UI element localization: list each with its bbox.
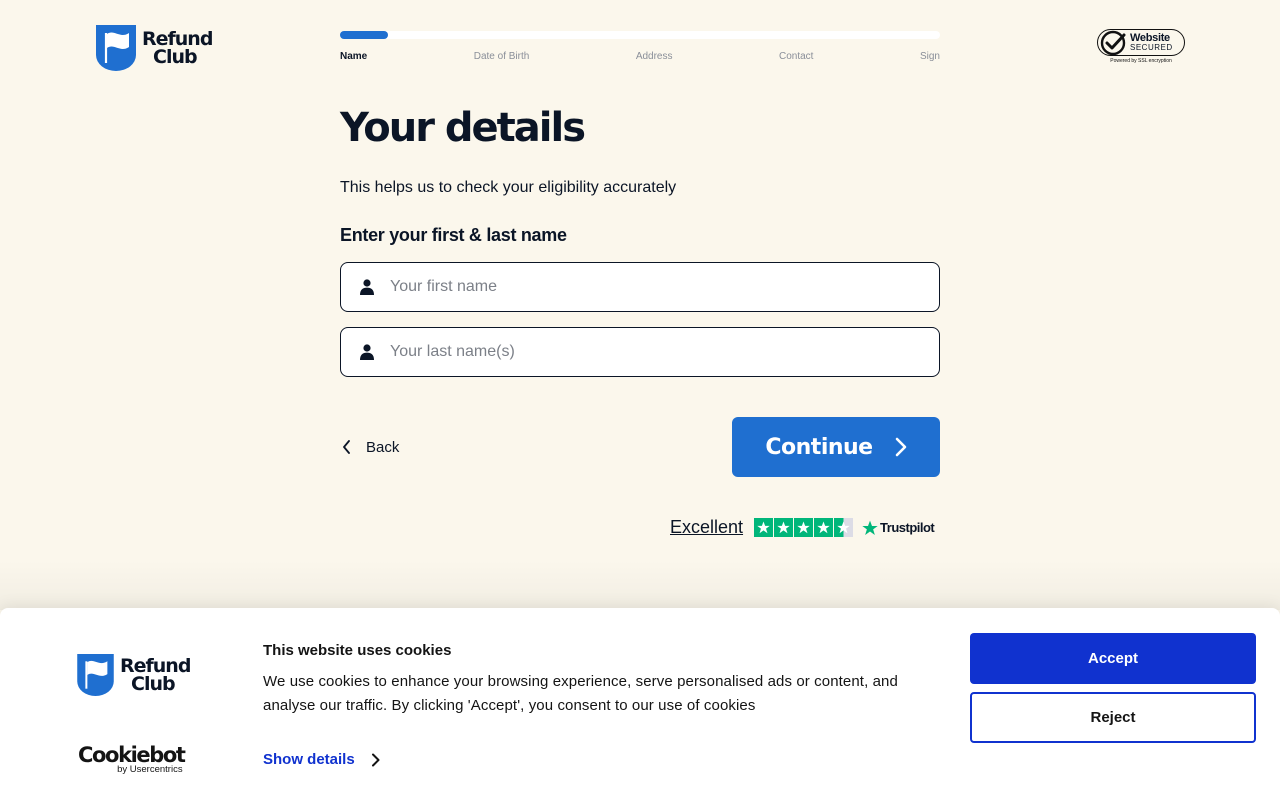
cookie-text: We use cookies to enhance your browsing …: [263, 673, 898, 714]
trustpilot-star-icon: [814, 518, 834, 537]
cookie-brand-logo: Refund Club: [77, 654, 191, 696]
trustpilot-star-icon: [834, 518, 854, 537]
trustpilot-star-icon: [774, 518, 794, 537]
trustpilot-star-icon: [754, 518, 774, 537]
form-actions: Back Continue: [340, 417, 940, 477]
first-name-input[interactable]: [390, 278, 890, 296]
progress-step-0: Name: [340, 51, 368, 62]
progress-step-1: Date of Birth: [473, 51, 530, 62]
trustpilot-star-icon: [794, 518, 814, 537]
flag-logo-icon: [96, 25, 136, 71]
secured-line1: Website: [1130, 31, 1170, 44]
trustpilot-rating-text[interactable]: Excellent: [670, 517, 743, 538]
cookie-banner: Refund Club Cookiebot by Usercentrics Th…: [0, 608, 1280, 800]
reject-button[interactable]: Reject: [970, 692, 1256, 743]
secured-line2: SECURED: [1130, 42, 1173, 52]
secured-caption: Powered by SSL encryption: [1110, 58, 1172, 64]
brand-name-line2: Club: [153, 46, 198, 68]
details-form: Your details This helps us to check your…: [340, 104, 940, 477]
progress-steps: Name Date of Birth Address Contact Sign: [340, 51, 940, 62]
cookie-brand-name: Refund Club: [120, 657, 191, 695]
check-circle-icon: [1100, 30, 1126, 55]
brand-name: Refund Club: [142, 30, 213, 68]
trustpilot-widget[interactable]: Excellent Trustpilot: [670, 517, 935, 538]
cookie-brand-line2: Club: [131, 673, 176, 695]
trustpilot-brand: Trustpilot: [880, 520, 935, 535]
cookie-title: This website uses cookies: [263, 642, 452, 659]
page-title: Your details: [340, 105, 586, 151]
continue-label: Continue: [765, 434, 873, 460]
flag-logo-icon: [77, 654, 114, 696]
progress-step-2: Address: [635, 51, 673, 62]
progress-step-4: Sign: [919, 51, 940, 62]
page-subtitle: This helps us to check your eligibility …: [340, 179, 677, 196]
user-icon: [360, 344, 374, 360]
brand-logo[interactable]: Refund Club: [96, 25, 213, 71]
cookiebot-name: Cookiebot: [78, 743, 186, 767]
first-name-field[interactable]: [340, 262, 940, 312]
accept-button[interactable]: Accept: [970, 633, 1256, 684]
trustpilot-stars: [754, 518, 854, 537]
back-button[interactable]: Back: [342, 439, 399, 456]
show-details-label: Show details: [263, 751, 355, 768]
name-field-label: Enter your first & last name: [340, 225, 567, 245]
chevron-right-icon: [895, 437, 907, 457]
progress-track: [340, 31, 940, 39]
back-label: Back: [366, 438, 400, 456]
progress-step-3: Contact: [778, 51, 814, 62]
continue-button[interactable]: Continue: [732, 417, 940, 477]
progress-fill: [340, 31, 388, 39]
chevron-right-icon: [371, 753, 380, 767]
chevron-left-icon: [342, 440, 352, 454]
user-icon: [360, 279, 374, 295]
progress-indicator: Name Date of Birth Address Contact Sign: [340, 31, 940, 62]
show-details-link[interactable]: Show details: [263, 751, 380, 768]
banner-shadow: [0, 560, 1280, 610]
cookiebot-logo[interactable]: Cookiebot by Usercentrics: [78, 743, 186, 775]
last-name-field[interactable]: [340, 327, 940, 377]
trustpilot-logo: Trustpilot: [862, 520, 935, 536]
trustpilot-star-icon: [862, 520, 878, 535]
website-secured-badge: Website SECURED Powered by SSL encryptio…: [1097, 29, 1185, 64]
last-name-input[interactable]: [390, 343, 890, 361]
